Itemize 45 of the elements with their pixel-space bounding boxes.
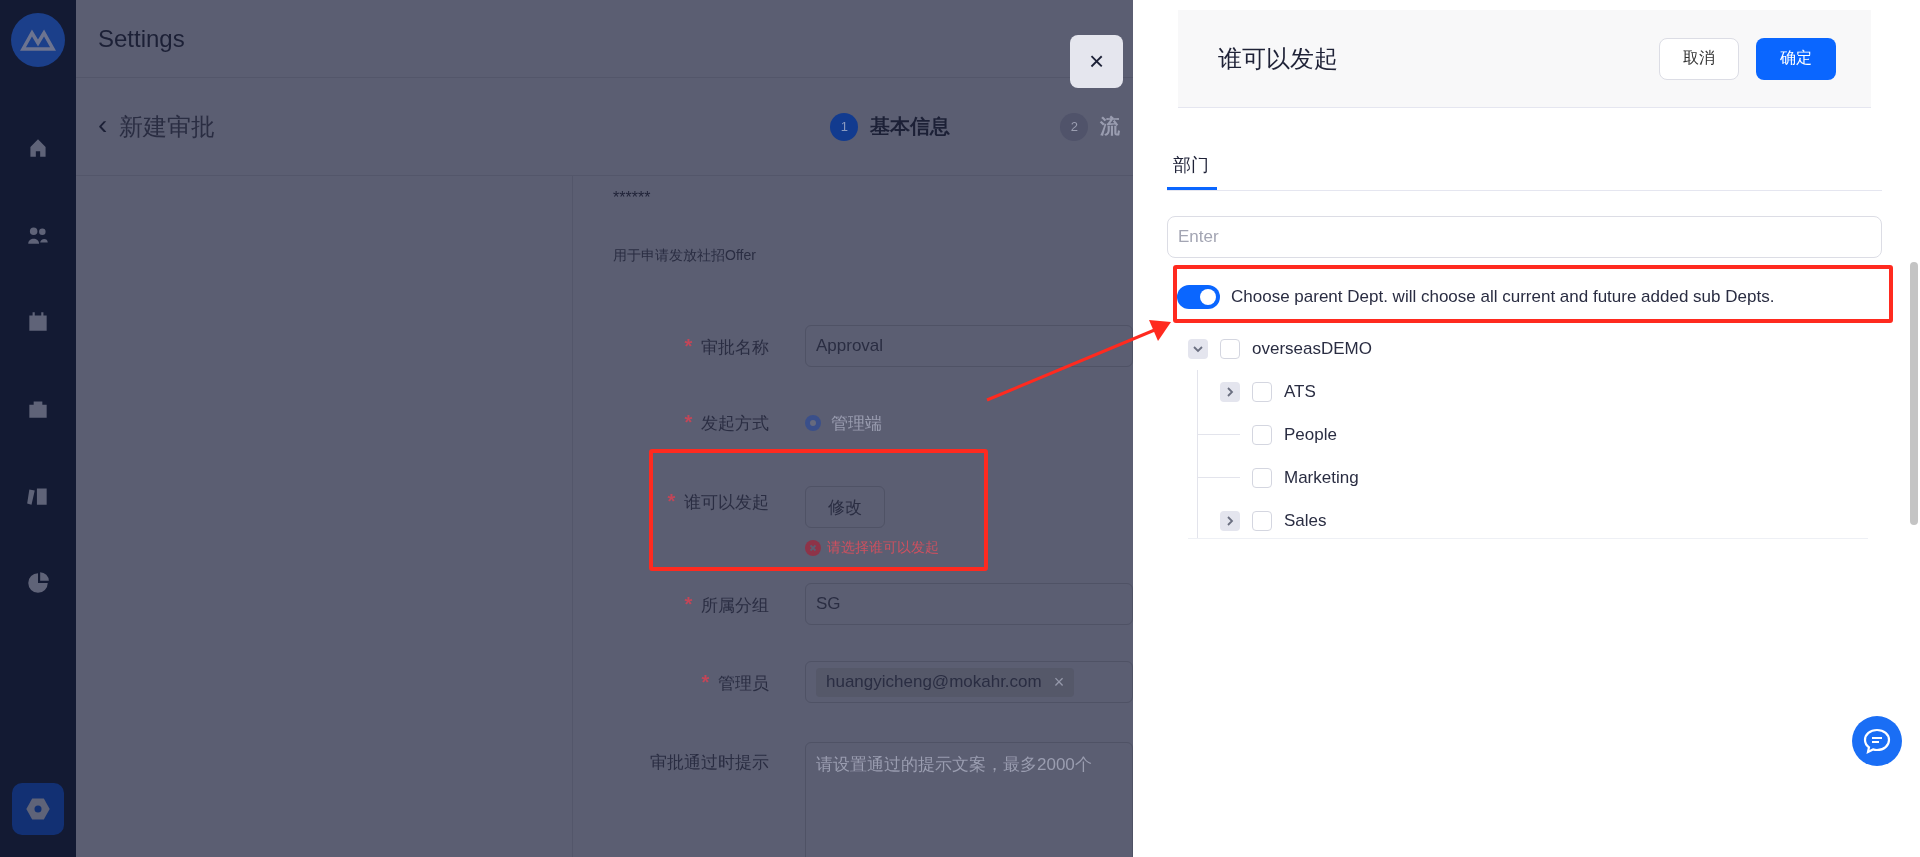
- checkbox[interactable]: [1252, 424, 1272, 445]
- required-mark: *: [684, 593, 693, 615]
- close-button[interactable]: ×: [1070, 35, 1123, 88]
- required-mark: *: [667, 490, 676, 512]
- expand-toggle[interactable]: [1220, 510, 1240, 531]
- checkbox[interactable]: [1252, 467, 1272, 488]
- settings-nav-button[interactable]: [12, 783, 64, 835]
- error-icon: [805, 540, 821, 556]
- tree-item-label[interactable]: Sales: [1284, 510, 1327, 531]
- confirm-button[interactable]: 确定: [1756, 37, 1836, 80]
- radio-button[interactable]: [805, 415, 821, 431]
- chat-button[interactable]: [1852, 716, 1902, 766]
- tree-item-label[interactable]: Marketing: [1284, 467, 1359, 488]
- logo-icon: [11, 13, 65, 67]
- chat-icon: [1862, 726, 1892, 756]
- search-field[interactable]: Enter: [1167, 216, 1882, 258]
- tree-item-label[interactable]: overseasDEMO: [1252, 338, 1372, 359]
- step-label: 基本信息: [870, 114, 951, 139]
- drawer-title: 谁可以发起: [1218, 43, 1338, 74]
- tree-item-label[interactable]: People: [1284, 424, 1337, 445]
- chevron-icon: [1224, 385, 1236, 398]
- step-label: 流: [1100, 114, 1121, 139]
- tab[interactable]: 部门: [1167, 153, 1217, 190]
- chevron-icon: [1224, 514, 1236, 527]
- expand-toggle[interactable]: [1188, 338, 1208, 359]
- tree-item-label[interactable]: ATS: [1284, 381, 1316, 402]
- expand-toggle[interactable]: [1220, 381, 1240, 402]
- error-message: 请选择谁可以发起: [827, 539, 939, 557]
- step-number: 1: [830, 112, 859, 141]
- nav-icon: [25, 570, 51, 596]
- required-mark: *: [684, 335, 693, 357]
- radio-label: 管理端: [831, 412, 882, 435]
- checkbox[interactable]: [1220, 338, 1240, 359]
- toggle-switch[interactable]: [1177, 284, 1220, 309]
- toggle-label: Choose parent Dept. will choose all current and future added sub Depts.: [1231, 286, 1775, 307]
- checkbox[interactable]: [1252, 381, 1272, 402]
- cancel-button[interactable]: 取消: [1659, 37, 1739, 80]
- step-number: 2: [1060, 112, 1089, 141]
- required-mark: *: [684, 411, 693, 433]
- required-mark: *: [701, 671, 710, 693]
- checkbox[interactable]: [1252, 510, 1272, 531]
- scrollbar[interactable]: [1910, 262, 1918, 525]
- text-area[interactable]: 请设置通过的提示文案，最多2000个: [805, 742, 1133, 857]
- app-title: Settings: [98, 24, 185, 53]
- masked-text: ******: [613, 188, 652, 208]
